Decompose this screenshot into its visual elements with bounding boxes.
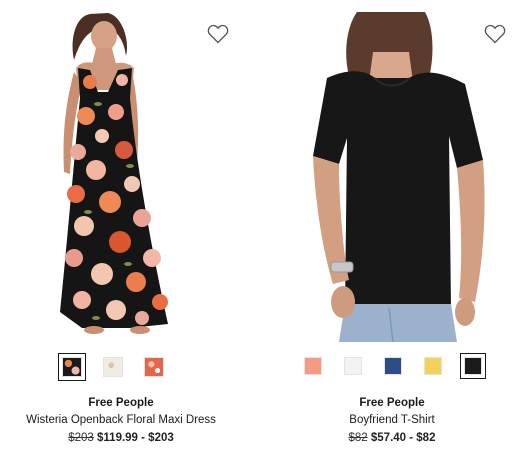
swatch-chip [384, 357, 402, 375]
swatch-chip [103, 357, 123, 377]
product-price: $203 $119.99 - $203 [0, 432, 249, 444]
swatch-chip [144, 357, 164, 377]
swatch-chip [424, 357, 442, 375]
swatch-black[interactable] [460, 353, 486, 379]
price-sale: $57.40 - $82 [370, 432, 436, 444]
swatch-red-floral[interactable] [140, 353, 168, 381]
product-brand[interactable]: Free People [0, 397, 249, 409]
swatch-coral[interactable] [300, 353, 326, 379]
price-sale: $119.99 - $203 [97, 432, 174, 444]
product-image-floral-maxi-dress[interactable] [12, 12, 244, 342]
product-name[interactable]: Boyfriend T-Shirt [264, 414, 513, 426]
product-brand[interactable]: Free People [264, 397, 513, 409]
model-in-floral-dress-illustration [60, 13, 168, 334]
swatch-chip [62, 357, 82, 377]
swatch-chip [344, 357, 362, 375]
swatch-yellow[interactable] [420, 353, 446, 379]
swatch-cream-floral[interactable] [99, 353, 127, 381]
product-price: $82 $57.40 - $82 [264, 432, 513, 444]
swatch-navy[interactable] [380, 353, 406, 379]
product-image-boyfriend-tshirt[interactable] [269, 12, 501, 342]
swatch-white[interactable] [340, 353, 366, 379]
swatch-chip [304, 357, 322, 375]
product-name[interactable]: Wisteria Openback Floral Maxi Dress [0, 414, 249, 426]
product-card[interactable]: Free People Wisteria Openback Floral Max… [0, 0, 256, 452]
heart-icon[interactable] [484, 24, 506, 44]
heart-icon[interactable] [207, 24, 229, 44]
price-original: $203 [68, 432, 94, 444]
color-swatches [300, 353, 486, 379]
product-card[interactable]: Free People Boyfriend T-Shirt $82 $57.40… [257, 0, 513, 452]
swatch-black-floral[interactable] [58, 353, 86, 381]
price-original: $82 [348, 432, 368, 444]
model-in-black-tshirt-illustration [269, 12, 501, 342]
swatch-chip [464, 357, 482, 375]
color-swatches [58, 353, 168, 381]
